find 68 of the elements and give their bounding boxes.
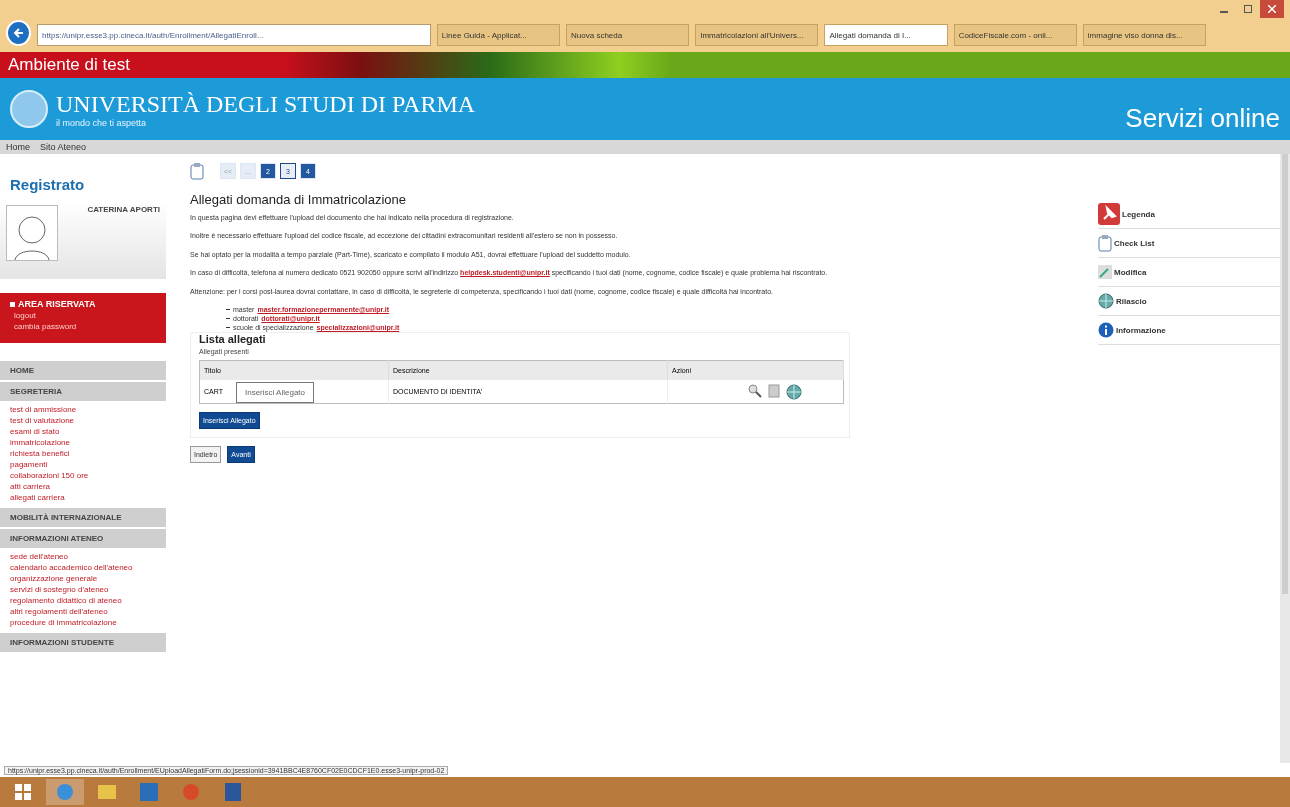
square-bullet-icon [10,301,15,307]
sidebar-link[interactable]: procedure di immatricolazione [0,617,166,628]
nav-link[interactable]: Sito Ateneo [40,142,87,152]
sidebar-link[interactable]: richiesta benefici [0,448,166,459]
clipboard-icon [1098,234,1112,252]
legend-link[interactable]: Check List [1098,229,1280,258]
avatar-drawing [6,205,58,261]
search-icon[interactable] [748,383,762,398]
sidebar-section-header[interactable]: INFORMAZIONI ATENEO [0,529,166,548]
sidebar-link[interactable]: regolamento didattico di ateneo [0,595,166,606]
globe-icon[interactable] [786,383,802,400]
close-button[interactable] [1260,0,1285,18]
user-name: CATERINA APORTI [87,205,160,216]
address-bar[interactable]: https://unipr.esse3.pp.cineca.it/auth/Enrollment/AllegatiEnroll... [37,24,431,46]
panel-title: Lista allegati [199,333,267,346]
browser-tab[interactable]: Allegati domanda di I... [824,24,948,46]
back-arrow-icon [12,27,25,39]
sidebar-section-header[interactable]: INFORMAZIONI STUDENTE [0,633,166,652]
sidebar-section-header[interactable]: MOBILITÀ INTERNAZIONALE [0,508,166,527]
sidebar-link[interactable]: organizzazione generale [0,573,166,584]
services-title: Servizi online [1125,103,1280,135]
sidebar-link[interactable]: servizi di sostegno d'ateneo [0,584,166,595]
legend-link[interactable]: Modifica [1098,258,1280,287]
nav-link[interactable]: Home [6,142,30,152]
legend-link[interactable]: Legenda [1098,200,1280,229]
legend-link[interactable]: Rilascio [1098,287,1280,316]
clipboard-icon [190,162,204,180]
reserved-area-link[interactable]: cambia password [10,322,156,331]
environment-label: Ambiente di test [8,55,130,75]
back-button[interactable] [6,20,32,46]
university-title: UNIVERSITÀ DEGLI STUDI DI PARMA [56,90,476,118]
browser-tab[interactable]: Linee Guida - Applicat... [436,24,561,46]
dash-bullet-icon [226,327,230,329]
tooltip: Inserisci Allegato [236,382,315,404]
sidebar-link[interactable]: esami di stato [0,426,166,437]
sidebar-link[interactable]: test di ammissione [0,404,166,415]
sidebar-link[interactable]: calendario accademico dell'ateneo [0,562,166,573]
sidebar-link[interactable]: test di valutazione [0,415,166,426]
university-seal-icon [10,90,48,128]
document-icon[interactable] [768,383,780,398]
sidebar-section-header[interactable]: HOME [0,361,166,380]
pin-icon [1098,203,1120,225]
dash-bullet-icon [226,318,230,320]
browser-tab[interactable]: Immatricolazioni all'Univers... [695,24,819,46]
sidebar-link[interactable]: collaborazioni 150 ore [0,470,166,481]
tagline: il mondo che ti aspetta [56,117,148,128]
close-icon [1268,5,1277,13]
maximize-icon [1244,5,1253,13]
pencil-icon [1098,265,1112,279]
sidebar-section-header[interactable]: SEGRETERIA [0,382,166,401]
dash-bullet-icon [226,309,230,311]
browser-tab[interactable]: immagine viso donna dis... [1082,24,1207,46]
sidebar-link[interactable]: sede dell'ateneo [0,551,166,562]
info-icon [1098,322,1114,338]
sidebar-title: Registrato [9,175,86,195]
browser-tab[interactable]: Nuova scheda [566,24,690,46]
legend-link[interactable]: Informazione [1098,316,1280,345]
page-title: Allegati domanda di Immatricolazione [190,192,408,207]
globe-icon [1098,293,1114,309]
reserved-area-link[interactable]: logout [10,311,156,320]
sidebar-link[interactable]: atti carriera [0,481,166,492]
sidebar-link[interactable]: allegati carriera [0,492,166,503]
sidebar-link[interactable]: immatricolazione [0,437,166,448]
sidebar-link[interactable]: altri regolamenti dell'ateneo [0,606,166,617]
reserved-area-title: AREA RISERVATA [18,299,96,309]
scrollbar[interactable] [1280,154,1290,763]
sidebar-link[interactable]: pagamenti [0,459,166,470]
browser-tab[interactable]: CodiceFiscale.com - onli... [953,24,1077,46]
